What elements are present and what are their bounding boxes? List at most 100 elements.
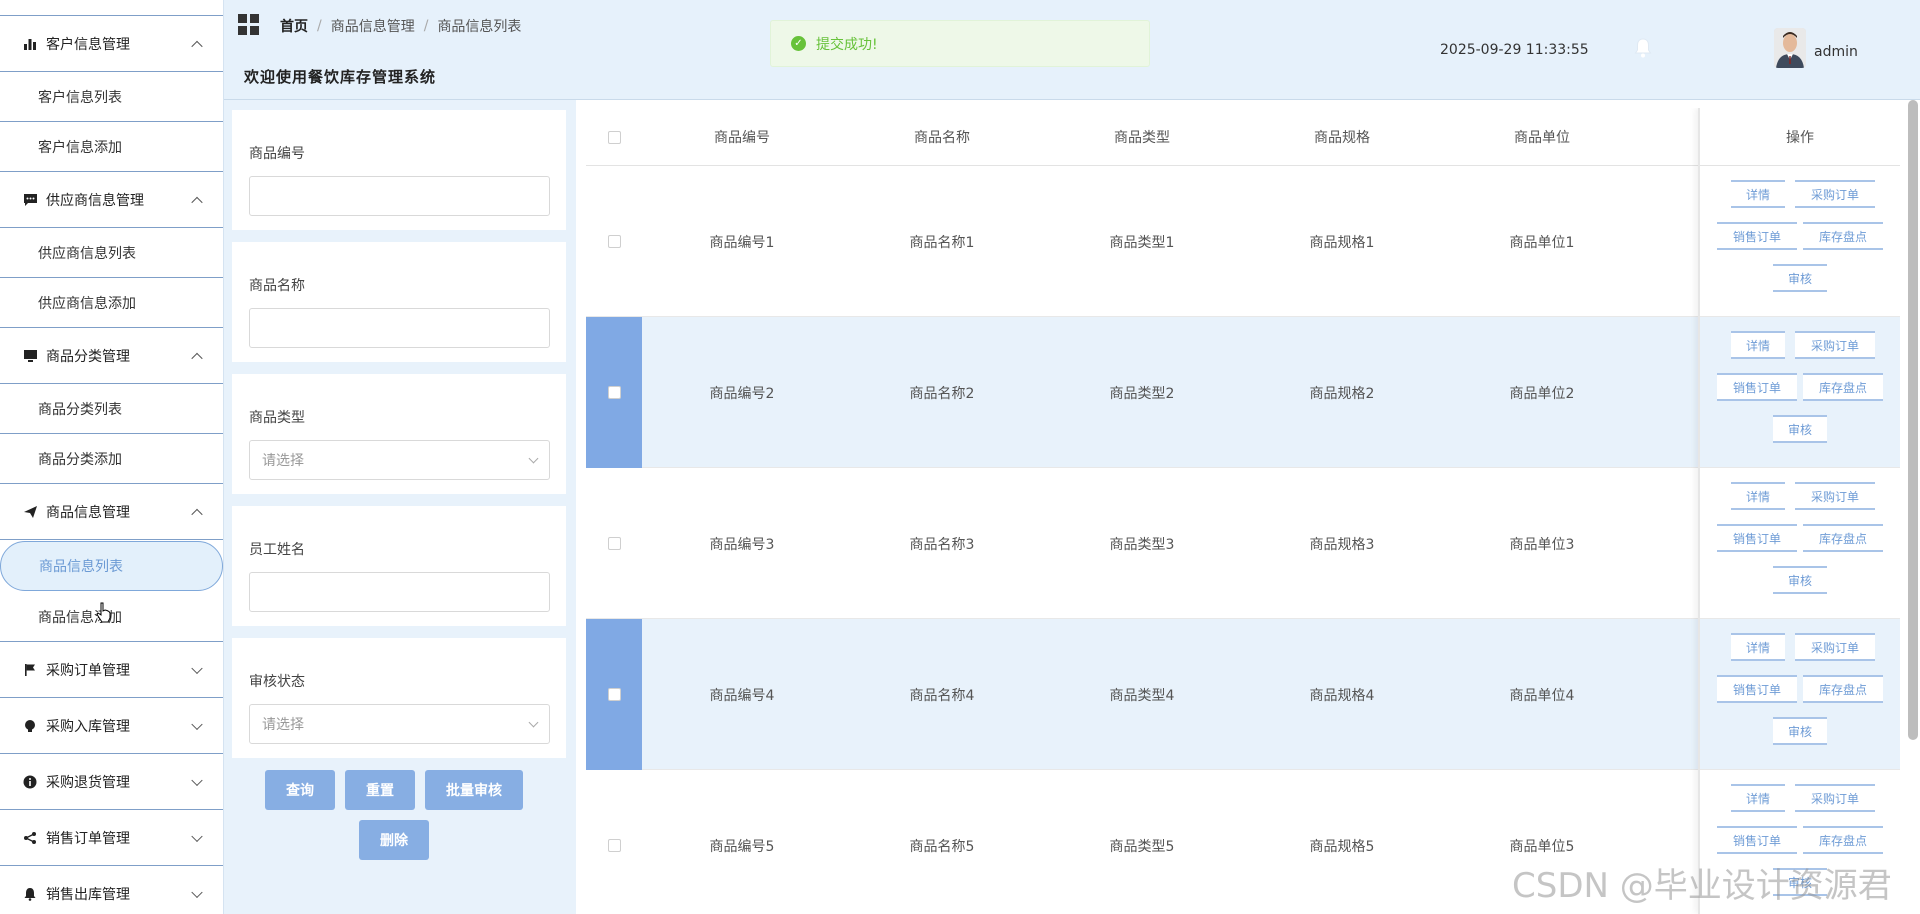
row-action-button[interactable]: 采购订单 (1795, 784, 1875, 812)
row-checkbox[interactable] (607, 235, 621, 248)
menu-group-header[interactable]: 客户信息管理 (0, 16, 223, 72)
column-header[interactable]: 商品名称 (842, 108, 1042, 166)
row-action-button[interactable]: 销售订单 (1717, 675, 1797, 703)
sidebar-item[interactable]: 商品信息列表 (0, 541, 223, 591)
row-action-button[interactable]: 销售订单 (1717, 826, 1797, 854)
row-action-button[interactable]: 库存盘点 (1803, 222, 1883, 250)
row-checkbox[interactable] (607, 386, 621, 399)
sidebar-item[interactable]: 客户信息添加 (0, 122, 223, 172)
menu-grid-icon[interactable] (238, 14, 259, 35)
filter-card-name: 商品名称 (232, 242, 566, 362)
menu-group-header[interactable]: 采购退货管理 (0, 754, 223, 810)
sidebar-item[interactable]: 客户信息列表 (0, 72, 223, 122)
menu-group-label: 销售订单管理 (46, 830, 130, 847)
row-action-button[interactable]: 库存盘点 (1803, 826, 1883, 854)
row-action-button[interactable]: 审核 (1773, 566, 1827, 594)
table-cell: 商品类型2 (1109, 385, 1175, 402)
username[interactable]: admin (1814, 44, 1858, 60)
chevron-down-icon (191, 774, 203, 786)
row-action-button[interactable]: 库存盘点 (1803, 675, 1883, 703)
sidebar-top-divider (0, 0, 223, 16)
top-header: 首页 / 商品信息管理 / 商品信息列表 欢迎使用餐饮库存管理系统 ✓ 提交成功… (224, 0, 1920, 100)
menu-group: 采购订单管理 (0, 642, 223, 698)
row-action-button[interactable]: 库存盘点 (1803, 524, 1883, 552)
column-header[interactable]: 商品单位 (1442, 108, 1642, 166)
breadcrumb-module[interactable]: 商品信息管理 (331, 16, 415, 36)
menu-group-header[interactable]: 商品分类管理 (0, 328, 223, 384)
table-row[interactable]: 商品编号2 商品名称2 商品类型2 商品规格2 商品单位2 详情 采购订单 销售订单 库存盘点审… (586, 317, 1900, 468)
filter-label: 商品名称 (249, 278, 305, 294)
reset-button[interactable]: 重置 (345, 770, 415, 810)
row-action-button[interactable]: 销售订单 (1717, 222, 1797, 250)
menu-group-label: 商品分类管理 (46, 348, 130, 365)
row-action-button[interactable]: 销售订单 (1717, 524, 1797, 552)
column-header[interactable]: 商品类型 (1042, 108, 1242, 166)
table-cell: 商品编号4 (709, 687, 775, 704)
row-action-button[interactable]: 详情 (1731, 482, 1785, 510)
table-cell: 商品名称3 (909, 536, 975, 553)
sidebar-item[interactable]: 供应商信息添加 (0, 278, 223, 328)
menu-group-header[interactable]: 销售出库管理 (0, 866, 223, 914)
user-avatar[interactable] (1774, 28, 1806, 68)
batch-audit-button[interactable]: 批量审核 (425, 770, 523, 810)
row-action-button[interactable]: 审核 (1773, 264, 1827, 292)
menu-group-header[interactable]: 采购订单管理 (0, 642, 223, 698)
table-cell: 商品名称5 (909, 838, 975, 855)
sidebar-item[interactable]: 供应商信息列表 (0, 228, 223, 278)
audit-status-select[interactable]: 请选择 (249, 704, 550, 744)
menu-group-header[interactable]: 供应商信息管理 (0, 172, 223, 228)
menu-group-header[interactable]: 商品信息管理 (0, 484, 223, 540)
product-type-select[interactable]: 请选择 (249, 440, 550, 480)
menu-group: 商品分类管理商品分类列表 商品分类添加 (0, 328, 223, 484)
column-header[interactable]: 商品编号 (642, 108, 842, 166)
table-cell: 商品规格4 (1309, 687, 1375, 704)
product-code-input[interactable] (249, 176, 550, 216)
breadcrumb: 首页 / 商品信息管理 / 商品信息列表 (280, 16, 521, 36)
breadcrumb-home[interactable]: 首页 (280, 16, 308, 36)
toast-message: 提交成功! (816, 36, 878, 53)
row-action-button[interactable]: 销售订单 (1717, 373, 1797, 401)
row-action-button[interactable]: 审核 (1773, 717, 1827, 745)
select-all-checkbox[interactable] (607, 130, 621, 144)
row-checkbox[interactable] (607, 839, 621, 852)
column-header: 操作 (1786, 130, 1814, 146)
row-action-button[interactable]: 采购订单 (1795, 482, 1875, 510)
row-checkbox[interactable] (607, 537, 621, 550)
filter-panel: 商品编号 商品名称 商品类型 请选择 员工姓名 审核状态 请选择 查询 重置 批… (224, 100, 576, 914)
row-action-button[interactable]: 详情 (1731, 633, 1785, 661)
row-action-button[interactable]: 采购订单 (1795, 331, 1875, 359)
row-checkbox[interactable] (607, 688, 621, 701)
column-header[interactable]: 商品规格 (1242, 108, 1442, 166)
sidebar-item[interactable]: 商品分类添加 (0, 434, 223, 484)
row-action-button[interactable]: 采购订单 (1795, 180, 1875, 208)
vertical-scrollbar[interactable] (1908, 100, 1918, 740)
sidebar-item[interactable]: 商品分类列表 (0, 384, 223, 434)
row-action-button[interactable]: 采购订单 (1795, 633, 1875, 661)
delete-button[interactable]: 删除 (359, 820, 429, 860)
table-cell: 商品编号2 (709, 385, 775, 402)
table-row[interactable]: 商品编号1 商品名称1 商品类型1 商品规格1 商品单位1 详情 采购订单 销售订单 库存盘点审… (586, 166, 1900, 317)
row-action-button[interactable]: 详情 (1731, 784, 1785, 812)
notification-bell-icon[interactable] (1634, 38, 1652, 58)
table-cell: 商品规格1 (1309, 234, 1375, 251)
employee-name-input[interactable] (249, 572, 550, 612)
row-action-button[interactable]: 详情 (1731, 180, 1785, 208)
row-action-button[interactable]: 详情 (1731, 331, 1785, 359)
bar-chart-icon (22, 36, 38, 52)
menu-group-header[interactable]: 销售订单管理 (0, 810, 223, 866)
filter-label: 商品类型 (249, 410, 305, 426)
bulb-icon (22, 718, 38, 734)
menu-group-label: 商品信息管理 (46, 504, 130, 521)
query-button[interactable]: 查询 (265, 770, 335, 810)
row-select-cell (586, 619, 642, 770)
row-select-cell (586, 317, 642, 468)
row-action-button[interactable]: 库存盘点 (1803, 373, 1883, 401)
breadcrumb-current: 商品信息列表 (437, 19, 522, 35)
filter-label: 商品编号 (249, 146, 305, 162)
menu-group-header[interactable]: 采购入库管理 (0, 698, 223, 754)
table-row[interactable]: 商品编号3 商品名称3 商品类型3 商品规格3 商品单位3 详情 采购订单 销售订单 库存盘点审… (586, 468, 1900, 619)
product-name-input[interactable] (249, 308, 550, 348)
menu-group-label: 采购退货管理 (46, 774, 130, 791)
row-action-button[interactable]: 审核 (1773, 415, 1827, 443)
table-row[interactable]: 商品编号4 商品名称4 商品类型4 商品规格4 商品单位4 详情 采购订单 销售订单 库存盘点审… (586, 619, 1900, 770)
